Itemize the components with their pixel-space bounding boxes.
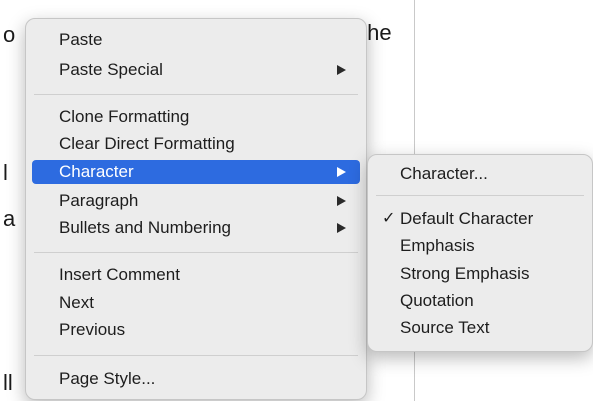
checkmark-icon: ✓: [382, 210, 396, 227]
submenu-item-label: Emphasis: [400, 236, 475, 255]
menu-item-previous[interactable]: Previous: [32, 318, 360, 342]
submenu-item-label: Source Text: [400, 318, 490, 337]
menu-item-paste[interactable]: Paste: [32, 28, 360, 52]
document-text-fragment: l: [3, 160, 8, 185]
document-text-fragment: ll: [3, 370, 13, 395]
submenu-item-label: Strong Emphasis: [400, 264, 530, 283]
submenu-item-quotation[interactable]: Quotation: [374, 289, 586, 313]
menu-item-label: Next: [59, 293, 94, 312]
menu-separator: [34, 355, 358, 356]
submenu-item-label: Quotation: [400, 291, 474, 310]
menu-item-label: Bullets and Numbering: [59, 218, 231, 237]
submenu-item-character-dialog[interactable]: Character...: [374, 162, 586, 186]
menu-item-label: Paragraph: [59, 191, 139, 210]
menu-item-character[interactable]: Character: [32, 160, 360, 184]
menu-item-label: Previous: [59, 320, 126, 339]
context-menu: Paste Paste Special Clone Formatting Cle…: [25, 18, 367, 400]
menu-item-paragraph[interactable]: Paragraph: [32, 189, 360, 213]
menu-item-paste-special[interactable]: Paste Special: [32, 58, 360, 82]
submenu-item-source-text[interactable]: Source Text: [374, 316, 586, 340]
document-text-fragment: o: [3, 22, 16, 47]
menu-item-bullets-and-numbering[interactable]: Bullets and Numbering: [32, 216, 360, 240]
character-submenu: Character... ✓ Default Character Emphasi…: [367, 154, 593, 352]
menu-item-next[interactable]: Next: [32, 291, 360, 315]
submenu-arrow-icon: [337, 196, 346, 206]
menu-item-clone-formatting[interactable]: Clone Formatting: [32, 105, 360, 129]
menu-separator: [34, 252, 358, 253]
document-text-fragment: a: [3, 206, 16, 231]
menu-item-label: Page Style...: [59, 369, 156, 388]
menu-item-label: Character: [59, 162, 134, 181]
menu-item-clear-direct-formatting[interactable]: Clear Direct Formatting: [32, 132, 360, 156]
submenu-item-default-character[interactable]: ✓ Default Character: [374, 207, 586, 231]
menu-item-insert-comment[interactable]: Insert Comment: [32, 263, 360, 287]
menu-item-label: Paste Special: [59, 60, 163, 79]
menu-item-label: Insert Comment: [59, 265, 180, 284]
menu-item-page-style[interactable]: Page Style...: [32, 367, 360, 391]
menu-item-label: Paste: [59, 30, 103, 49]
menu-item-label: Clone Formatting: [59, 107, 190, 126]
submenu-item-label: Default Character: [400, 209, 534, 228]
submenu-item-label: Character...: [400, 164, 488, 183]
submenu-arrow-icon: [337, 223, 346, 233]
menu-separator: [34, 94, 358, 95]
submenu-arrow-icon: [337, 167, 346, 177]
submenu-arrow-icon: [337, 65, 346, 75]
submenu-item-emphasis[interactable]: Emphasis: [374, 234, 586, 258]
menu-item-label: Clear Direct Formatting: [59, 134, 235, 153]
menu-separator: [376, 195, 584, 196]
submenu-item-strong-emphasis[interactable]: Strong Emphasis: [374, 262, 586, 286]
